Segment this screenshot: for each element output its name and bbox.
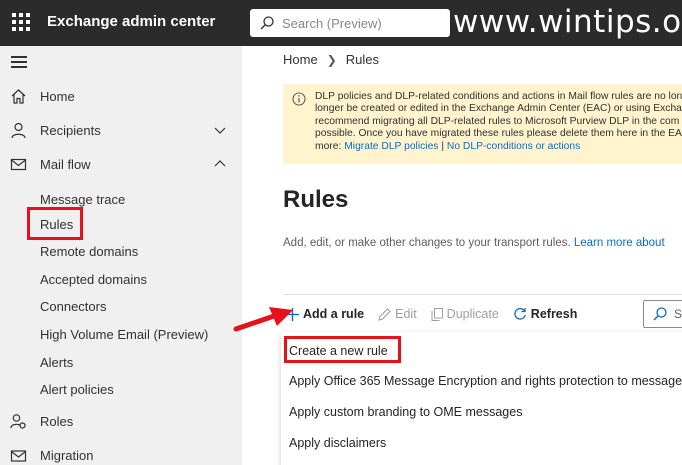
add-rule-label: Add a rule — [303, 307, 365, 321]
menu-item-custom-branding[interactable]: Apply custom branding to OME messages — [289, 405, 522, 419]
refresh-button[interactable]: Refresh — [513, 307, 578, 321]
breadcrumb-home[interactable]: Home — [283, 52, 318, 67]
edit-button[interactable]: Edit — [378, 307, 417, 321]
person-icon — [11, 122, 26, 139]
sidebar-subitem-remote-domains[interactable]: Remote domains — [0, 238, 242, 264]
sidebar-subitem-label: High Volume Email (Preview) — [40, 327, 209, 342]
main-content: Home ❯ Rules DLP policies and DLP-relate… — [242, 46, 682, 465]
watermark-text: www.wintips.org — [453, 4, 682, 40]
sidebar-subitem-accepted-domains[interactable]: Accepted domains — [0, 266, 242, 292]
sidebar-item-label: Roles — [40, 414, 74, 429]
sidebar-subitem-label: Rules — [40, 217, 74, 232]
sidebar-item-migration[interactable]: Migration — [0, 440, 242, 465]
add-rule-button[interactable]: Add a rule — [286, 307, 364, 321]
sidebar-item-label: Home — [40, 89, 75, 104]
hamburger-menu-icon[interactable] — [11, 55, 27, 69]
page-description-text: Add, edit, or make other changes to your… — [283, 237, 571, 249]
sidebar-item-recipients[interactable]: Recipients — [0, 115, 242, 145]
sidebar-subitem-alerts[interactable]: Alerts — [0, 349, 242, 375]
sidebar-subitem-alert-policies[interactable]: Alert policies — [0, 376, 242, 402]
roles-icon — [10, 414, 26, 429]
sidebar-item-mail-flow[interactable]: Mail flow — [0, 149, 242, 179]
breadcrumb-current: Rules — [345, 52, 379, 67]
migration-icon — [10, 450, 27, 462]
app-launcher-icon[interactable] — [12, 13, 32, 33]
top-bar: Exchange admin center www.wintips.org — [0, 0, 682, 46]
sidebar-subitem-message-trace[interactable]: Message trace — [0, 186, 242, 212]
menu-item-apply-disclaimers[interactable]: Apply disclaimers — [289, 436, 386, 450]
banner-link-separator: | — [441, 140, 445, 152]
red-arrow-icon — [233, 307, 293, 332]
menu-item-apply-ome[interactable]: Apply Office 365 Message Encryption and … — [289, 374, 682, 388]
breadcrumb-separator-icon: ❯ — [326, 52, 337, 67]
sidebar-item-home[interactable]: Home — [0, 81, 242, 111]
search-icon — [653, 307, 667, 321]
sidebar-subitem-label: Alerts — [40, 355, 74, 370]
command-bar: Add a rule Edit Duplicate Refresh — [286, 304, 591, 324]
sidebar-subitem-high-volume-email[interactable]: High Volume Email (Preview) — [0, 321, 242, 347]
search-icon — [260, 16, 274, 30]
divider — [283, 294, 682, 295]
home-icon — [11, 89, 26, 104]
learn-more-link[interactable]: Learn more about — [574, 237, 665, 249]
chevron-down-icon[interactable] — [214, 124, 226, 136]
duplicate-label: Duplicate — [446, 307, 499, 321]
info-icon — [292, 92, 306, 106]
filter-search-text: S — [674, 307, 682, 321]
search-box[interactable] — [250, 9, 450, 37]
sidebar-item-label: Mail flow — [40, 157, 91, 172]
filter-search-box[interactable]: S — [643, 300, 682, 328]
exchange-admin-window: Exchange admin center www.wintips.org Ho… — [0, 0, 682, 465]
banner-line: recommend migrating all DLP-related rule… — [315, 115, 680, 127]
duplicate-button[interactable]: Duplicate — [431, 307, 499, 321]
banner-more-label: more: — [315, 140, 342, 152]
menu-item-create-new-rule[interactable]: Create a new rule — [289, 344, 388, 358]
sidebar-subitem-label: Accepted domains — [40, 272, 147, 287]
sidebar-subitem-connectors[interactable]: Connectors — [0, 293, 242, 319]
sidebar-item-label: Recipients — [40, 123, 101, 138]
banner-line: possible. Once you have migrated these r… — [315, 128, 682, 140]
page-title: Rules — [283, 186, 349, 213]
refresh-label: Refresh — [530, 307, 578, 321]
banner-line: DLP policies and DLP-related conditions … — [315, 91, 682, 102]
breadcrumb: Home ❯ Rules — [283, 52, 379, 67]
app-title: Exchange admin center — [47, 13, 216, 30]
sidebar-subitem-label: Remote domains — [40, 244, 139, 259]
banner-line: more: Migrate DLP policies | No DLP-cond… — [315, 141, 682, 153]
sidebar-subitem-label: Alert policies — [40, 382, 114, 397]
sidebar-subitem-label: Connectors — [40, 299, 107, 314]
chevron-up-icon[interactable] — [214, 158, 226, 170]
sidebar-subitem-rules[interactable]: Rules — [0, 211, 242, 237]
sidebar-item-roles[interactable]: Roles — [0, 406, 242, 436]
add-rule-dropdown-menu: Create a new rule Apply Office 365 Messa… — [281, 332, 682, 465]
search-input[interactable] — [282, 15, 442, 31]
sidebar-item-label: Migration — [40, 448, 94, 463]
banner-text: DLP policies and DLP-related conditions … — [315, 91, 682, 153]
mail-icon — [10, 158, 27, 171]
refresh-icon — [514, 308, 526, 320]
migrate-dlp-policies-link[interactable]: Migrate DLP policies — [344, 141, 438, 152]
pencil-icon — [378, 307, 391, 321]
dlp-warning-banner: DLP policies and DLP-related conditions … — [283, 84, 682, 164]
sidebar: Home Recipients Mail flow Message trace — [0, 46, 242, 465]
copy-icon — [431, 307, 443, 321]
page-description: Add, edit, or make other changes to your… — [283, 237, 665, 249]
no-dlp-conditions-link[interactable]: No DLP-conditions or actions — [447, 141, 580, 152]
edit-label: Edit — [395, 307, 417, 321]
banner-line: longer be created or edited in the Excha… — [315, 103, 682, 115]
sidebar-subitem-label: Message trace — [40, 192, 126, 207]
